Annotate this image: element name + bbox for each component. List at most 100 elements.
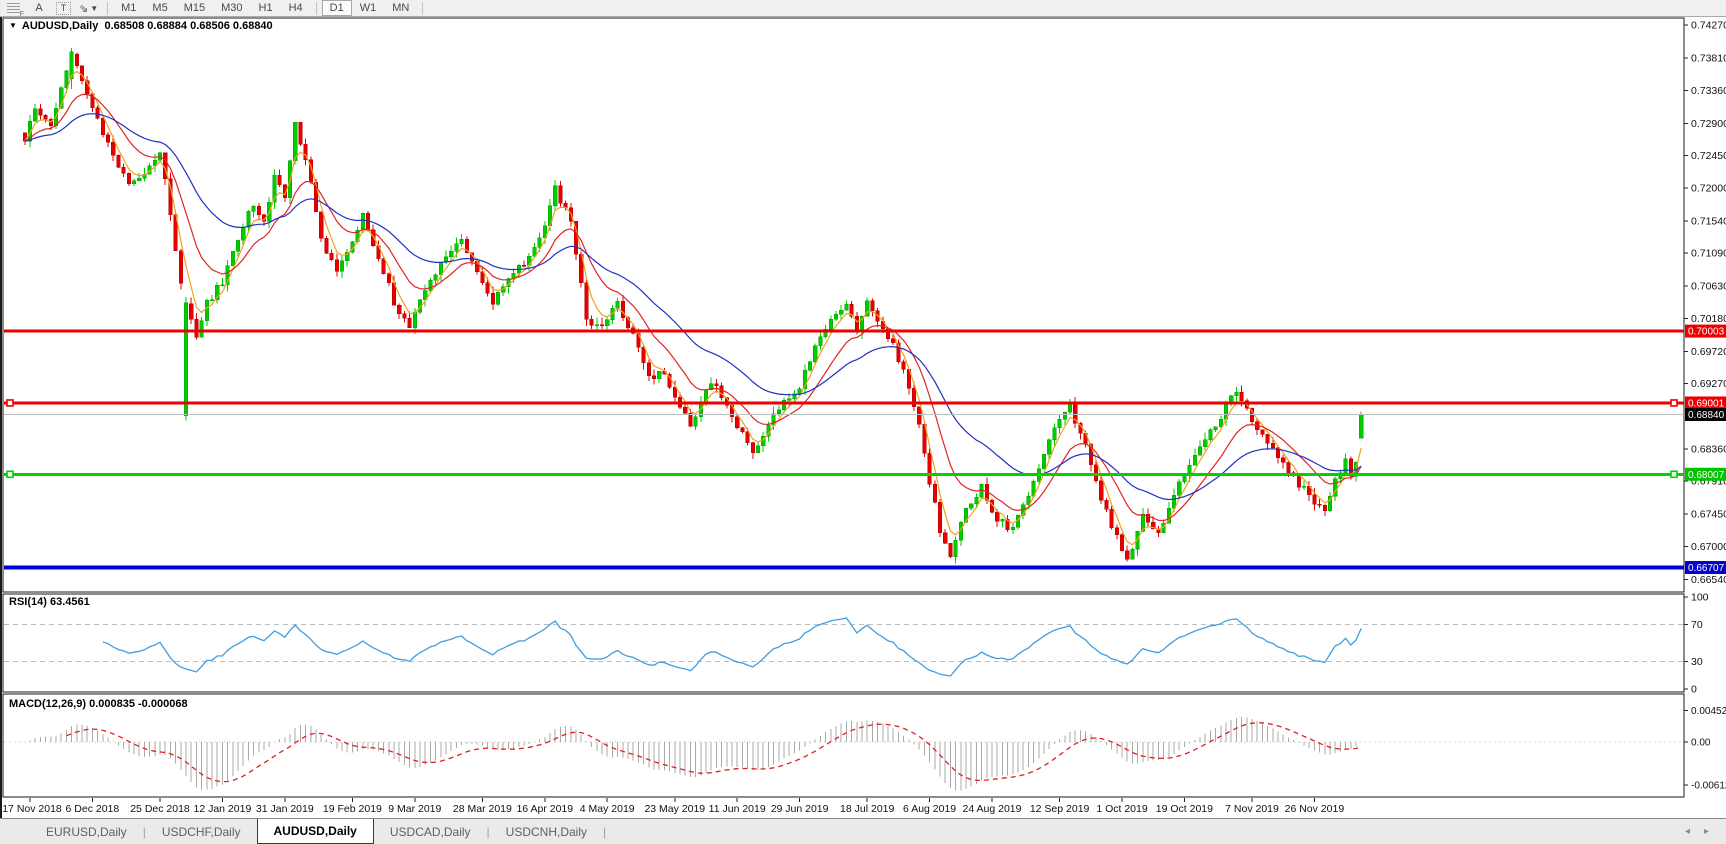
tab-usdchf[interactable]: USDCHF,Daily xyxy=(146,819,257,844)
svg-text:0.69270: 0.69270 xyxy=(1691,378,1726,390)
chart-tab-bar: EURUSD,Daily|USDCHF,DailyAUDUSD,DailyUSD… xyxy=(0,818,1726,844)
timeframe-d1[interactable]: D1 xyxy=(322,0,352,16)
svg-text:0.70630: 0.70630 xyxy=(1691,281,1726,293)
tab-eurusd[interactable]: EURUSD,Daily xyxy=(30,819,143,844)
price-tag: 0.68007 xyxy=(1685,468,1726,481)
timeframe-m1[interactable]: M1 xyxy=(113,0,144,16)
svg-text:31 Jan 2019: 31 Jan 2019 xyxy=(256,803,314,815)
svg-text:4 May 2019: 4 May 2019 xyxy=(580,803,635,815)
text-label-tool-icon[interactable]: A xyxy=(30,1,48,16)
timeframe-m5[interactable]: M5 xyxy=(144,0,175,16)
timeframe-h1[interactable]: H1 xyxy=(251,0,281,16)
svg-text:24 Aug 2019: 24 Aug 2019 xyxy=(963,803,1022,815)
tab-audusd[interactable]: AUDUSD,Daily xyxy=(257,819,374,844)
svg-text:70: 70 xyxy=(1691,619,1703,631)
svg-text:0.73360: 0.73360 xyxy=(1691,85,1726,97)
svg-text:19 Oct 2019: 19 Oct 2019 xyxy=(1156,803,1213,815)
tabbar-left-margin xyxy=(0,819,30,844)
svg-text:0.66707: 0.66707 xyxy=(1688,563,1725,574)
main-price-panel[interactable] xyxy=(3,18,1684,592)
chart-window[interactable]: 0.74270 0.73810 0.73360 0.72900 0.72450 0.720… xyxy=(0,17,1726,818)
chart-canvas[interactable]: 0.74270 0.73810 0.73360 0.72900 0.72450 0.720… xyxy=(2,17,1726,818)
svg-text:0.70180: 0.70180 xyxy=(1691,313,1726,325)
svg-text:0.004528: 0.004528 xyxy=(1691,706,1726,717)
text-box-tool-icon[interactable]: T xyxy=(56,2,71,15)
ohlc-readout: 0.68508 0.68884 0.68506 0.68840 xyxy=(104,20,272,32)
svg-text:0.69001: 0.69001 xyxy=(1688,398,1725,409)
svg-text:0.71540: 0.71540 xyxy=(1691,215,1726,227)
svg-text:0.68840: 0.68840 xyxy=(1688,410,1725,421)
symbol-label: AUDUSD,Daily xyxy=(22,20,98,32)
svg-text:0: 0 xyxy=(1691,684,1697,696)
line-handle[interactable] xyxy=(1671,471,1677,477)
svg-text:11 Jun 2019: 11 Jun 2019 xyxy=(709,803,766,815)
chart-title: ▼ AUDUSD,Daily 0.68508 0.68884 0.68506 0.… xyxy=(9,20,273,32)
tab-usdcnh[interactable]: USDCNH,Daily xyxy=(490,819,603,844)
svg-text:0.71090: 0.71090 xyxy=(1691,248,1726,260)
svg-text:100: 100 xyxy=(1691,592,1709,604)
svg-text:12 Jan 2019: 12 Jan 2019 xyxy=(193,803,251,815)
svg-text:0.72900: 0.72900 xyxy=(1691,118,1726,130)
line-handle[interactable] xyxy=(7,471,13,477)
macd-indicator-label: MACD(12,26,9) 0.000835 -0.000068 xyxy=(9,698,188,710)
svg-text:1 Oct 2019: 1 Oct 2019 xyxy=(1096,803,1148,815)
dot-grid-icon xyxy=(7,3,20,14)
timeframe-h4[interactable]: H4 xyxy=(281,0,311,16)
timeframe-w1[interactable]: W1 xyxy=(352,0,385,16)
svg-text:23 May 2019: 23 May 2019 xyxy=(644,803,705,815)
tab-usdcad[interactable]: USDCAD,Daily xyxy=(374,819,487,844)
svg-text:0.73810: 0.73810 xyxy=(1691,52,1726,64)
svg-text:16 Apr 2019: 16 Apr 2019 xyxy=(516,803,573,815)
svg-text:0.72000: 0.72000 xyxy=(1691,182,1726,194)
tab-scroll-left-icon[interactable]: ◂ xyxy=(1678,826,1697,837)
date-axis[interactable]: 17 Nov 2018 6 Dec 2018 25 Dec 201812 Jan 2… xyxy=(2,798,1344,815)
tabs-container: EURUSD,Daily|USDCHF,DailyAUDUSD,DailyUSD… xyxy=(30,819,606,844)
arrow-styles-tool-icon[interactable]: ⇘▼ xyxy=(79,1,98,16)
svg-text:30: 30 xyxy=(1691,656,1703,668)
svg-text:7 Nov 2019: 7 Nov 2019 xyxy=(1225,803,1279,815)
toolbar-separator xyxy=(422,2,423,15)
tab-separator: | xyxy=(603,819,606,844)
svg-text:0.68007: 0.68007 xyxy=(1688,470,1725,481)
price-tag: 0.69001 xyxy=(1685,396,1726,409)
macd-panel[interactable] xyxy=(3,694,1684,797)
collapse-triangle-icon[interactable]: ▼ xyxy=(9,21,17,30)
svg-text:6 Dec 2018: 6 Dec 2018 xyxy=(66,803,120,815)
svg-text:-0.006122: -0.006122 xyxy=(1691,780,1726,791)
svg-text:19 Feb 2019: 19 Feb 2019 xyxy=(323,803,382,815)
price-tag: 0.68840 xyxy=(1685,408,1726,421)
svg-text:0.67450: 0.67450 xyxy=(1691,509,1726,521)
svg-text:0.68360: 0.68360 xyxy=(1691,443,1726,455)
top-toolbar: F A T ⇘▼ M1M5M15M30H1H4 D1W1MN xyxy=(0,0,1726,17)
fibonacci-tool-icon[interactable]: F xyxy=(4,1,22,16)
svg-text:0.72450: 0.72450 xyxy=(1691,150,1726,162)
toolbar-separator xyxy=(316,2,317,15)
tab-scroll-controls: ◂ ▸ xyxy=(1678,819,1726,844)
svg-text:0.67000: 0.67000 xyxy=(1691,541,1726,553)
timeframe-m15[interactable]: M15 xyxy=(176,0,213,16)
svg-text:26 Nov 2019: 26 Nov 2019 xyxy=(1285,803,1345,815)
timeframe-mn[interactable]: MN xyxy=(384,0,417,16)
rsi-panel[interactable] xyxy=(3,594,1684,692)
toolbar-separator xyxy=(107,2,108,15)
svg-text:0.69720: 0.69720 xyxy=(1691,346,1726,358)
dropdown-caret-icon[interactable]: ▼ xyxy=(90,4,98,13)
svg-text:25 Dec 2018: 25 Dec 2018 xyxy=(130,803,190,815)
svg-text:0.70003: 0.70003 xyxy=(1688,327,1725,338)
timeframe-buttons: M1M5M15M30H1H4 D1W1MN xyxy=(113,0,417,16)
tab-scroll-right-icon[interactable]: ▸ xyxy=(1697,826,1716,837)
svg-text:29 Jun 2019: 29 Jun 2019 xyxy=(771,803,829,815)
line-handle[interactable] xyxy=(7,400,13,406)
svg-text:6 Aug 2019: 6 Aug 2019 xyxy=(903,803,956,815)
svg-text:0.74270: 0.74270 xyxy=(1691,20,1726,32)
svg-text:9 Mar 2019: 9 Mar 2019 xyxy=(388,803,441,815)
price-tag: 0.66707 xyxy=(1685,561,1726,574)
line-handle[interactable] xyxy=(1671,400,1677,406)
svg-text:12 Sep 2019: 12 Sep 2019 xyxy=(1030,803,1090,815)
svg-text:0.66540: 0.66540 xyxy=(1691,574,1726,586)
svg-text:17 Nov 2018: 17 Nov 2018 xyxy=(2,803,62,815)
price-tag: 0.70003 xyxy=(1685,325,1726,338)
timeframe-m30[interactable]: M30 xyxy=(213,0,250,16)
svg-text:0.00: 0.00 xyxy=(1691,738,1711,749)
rsi-indicator-label: RSI(14) 63.4561 xyxy=(9,596,90,608)
